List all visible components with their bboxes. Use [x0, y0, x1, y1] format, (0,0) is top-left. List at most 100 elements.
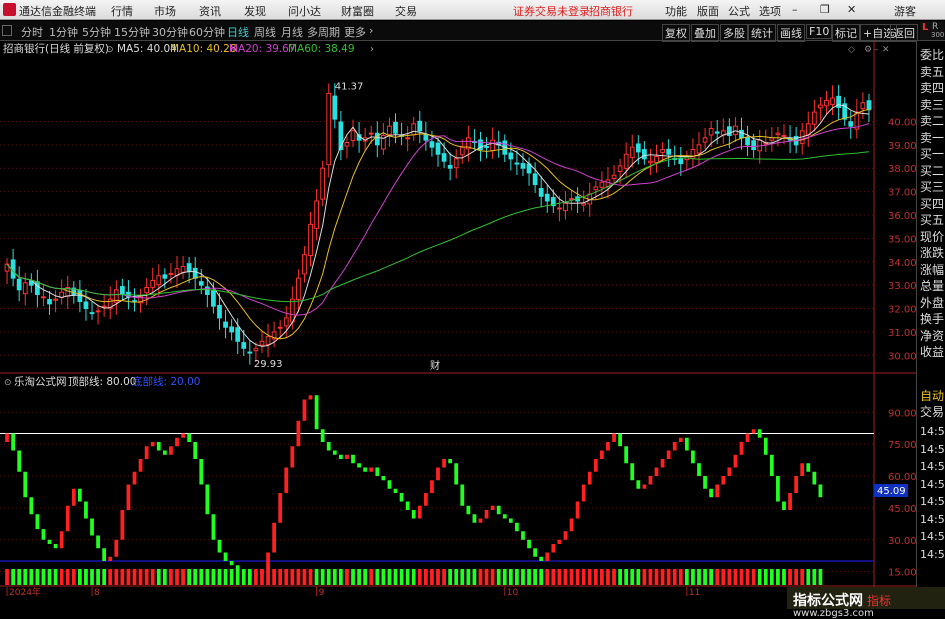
price-tick-label: 32.00 — [888, 305, 916, 316]
stock-chart[interactable]: 30.00 31.00 32.00 33.00 34.00 35.00 36.00 37.00… — [0, 41, 916, 596]
osc-bar-down — [618, 433, 622, 447]
menu-item-market[interactable]: 市场 — [154, 3, 176, 19]
signal-bar-down — [502, 569, 507, 585]
signal-bar-up — [132, 569, 137, 585]
window-close-icon[interactable]: ✕ — [847, 3, 856, 16]
osc-bar-down — [217, 539, 222, 553]
settings-gear-icon[interactable]: ⚙ — [864, 45, 872, 55]
finance-marker[interactable]: 财 — [430, 359, 440, 372]
legend-arrow-icon[interactable]: › — [370, 44, 374, 55]
menu-item-trade[interactable]: 交易 — [395, 3, 417, 19]
signal-bar-down — [320, 569, 325, 585]
osc-bar-up — [120, 510, 125, 540]
sub-toggle-icon[interactable]: ⊙ — [4, 378, 12, 388]
period-more[interactable]: 更多 — [344, 24, 366, 40]
menu-item-wealth[interactable]: 财富圈 — [341, 3, 374, 19]
signal-bar-down — [472, 569, 477, 585]
mark-button[interactable]: 标记 — [832, 24, 860, 42]
osc-tick-label: 45.00 — [888, 504, 916, 515]
osc-bar-down — [448, 459, 453, 464]
signal-bar-up — [800, 569, 805, 585]
osc-bar-up — [727, 467, 732, 476]
period-weekly[interactable]: 周线 — [254, 24, 276, 40]
menu-item-function[interactable]: 功能 — [665, 3, 687, 19]
user-label[interactable]: 游客 — [894, 3, 916, 19]
menu-item-layout[interactable]: 版面 — [697, 3, 719, 19]
adjust-button[interactable]: 复权 — [662, 24, 690, 42]
osc-bar-down — [187, 433, 192, 442]
candle-down — [714, 131, 720, 134]
auto-label[interactable]: 自动 — [920, 387, 944, 404]
signal-bar-down — [247, 569, 252, 585]
signal-bar-down — [393, 569, 398, 585]
tick-time: 14:56 — [920, 460, 945, 473]
menu-item-assistant[interactable]: 问小达 — [288, 3, 321, 19]
candle-up — [156, 275, 162, 286]
period-15min[interactable]: 15分钟 — [114, 24, 150, 40]
menu-item-discover[interactable]: 发现 — [244, 3, 266, 19]
osc-bar-up — [666, 450, 671, 459]
candle-up — [144, 286, 150, 294]
signal-bar-down — [769, 569, 774, 585]
signal-bar-up — [739, 569, 744, 585]
statistics-button[interactable]: 统计 — [748, 24, 776, 42]
quote-field-label: 买四 — [920, 196, 945, 211]
period-30min[interactable]: 30分钟 — [152, 24, 188, 40]
login-notice[interactable]: 证券交易未登录 — [513, 3, 590, 19]
osc-bar-down — [156, 442, 161, 451]
osc-bar-down — [697, 463, 701, 476]
corner-tag[interactable]: L R 300 — [920, 22, 944, 40]
signal-bar-up — [369, 569, 374, 585]
signal-bar-up — [654, 569, 659, 585]
minimize-icon[interactable]: – — [792, 3, 798, 16]
menu-item-options[interactable]: 选项 — [759, 3, 781, 19]
signal-bar-up — [715, 569, 720, 585]
f10-button[interactable]: F10 — [806, 24, 833, 39]
period-daily[interactable]: 日线 — [227, 24, 249, 40]
menu-item-news[interactable]: 资讯 — [199, 3, 221, 19]
trade-label[interactable]: 交易 — [920, 403, 944, 420]
osc-bar-up — [181, 433, 185, 438]
quote-field-label: 涨幅 — [920, 262, 945, 277]
watermark-url: www.zbgs3.com — [793, 608, 874, 619]
window-restore-icon[interactable]: ❐ — [820, 3, 830, 16]
back-button[interactable]: 返回 — [890, 24, 918, 42]
candle-up — [277, 326, 283, 329]
period-multi[interactable]: 多周期 — [307, 24, 340, 40]
menu-item-quotes[interactable]: 行情 — [111, 3, 133, 19]
osc-bar-down — [205, 484, 210, 515]
osc-bar-down — [709, 488, 714, 498]
signal-bar-up — [666, 569, 671, 585]
candle-up — [696, 144, 702, 154]
osc-bar-up — [175, 437, 179, 447]
osc-bar-up — [308, 395, 313, 400]
multi-stock-button[interactable]: 多股 — [720, 24, 748, 42]
menu-item-formula[interactable]: 公式 — [728, 3, 750, 19]
osc-bar-down — [47, 539, 52, 544]
panel-close-icon[interactable]: ✕ — [882, 45, 890, 55]
panel-toggle-icon[interactable] — [2, 25, 12, 36]
signal-bar-up — [59, 569, 64, 585]
overlay-button[interactable]: 叠加 — [691, 24, 719, 42]
period-5min[interactable]: 5分钟 — [82, 24, 111, 40]
candle-down — [83, 301, 89, 310]
candle-down — [217, 304, 222, 319]
period-60min[interactable]: 60分钟 — [189, 24, 225, 40]
draw-line-button[interactable]: 画线 — [777, 24, 805, 42]
osc-bar-up — [436, 467, 440, 481]
legend-toggle-icon[interactable]: ⊙ — [106, 45, 114, 55]
period-monthly[interactable]: 月线 — [281, 24, 303, 40]
more-chevron-icon[interactable]: › — [369, 24, 373, 37]
osc-bar-down — [84, 501, 88, 519]
signal-bar-up — [150, 569, 155, 585]
period-1min[interactable]: 1分钟 — [49, 24, 78, 40]
panel-minimize-icon[interactable]: – — [874, 45, 879, 55]
chart-title: 招商银行(日线 前复权) — [3, 42, 109, 55]
period-tick[interactable]: 分时 — [21, 24, 43, 40]
candle-up — [453, 158, 459, 169]
osc-bar-up — [71, 488, 76, 506]
osc-bar-up — [751, 429, 756, 434]
osc-bar-down — [539, 556, 544, 561]
settings-diamond-icon[interactable]: ◇ — [848, 45, 855, 55]
osc-bar-up — [126, 484, 131, 510]
